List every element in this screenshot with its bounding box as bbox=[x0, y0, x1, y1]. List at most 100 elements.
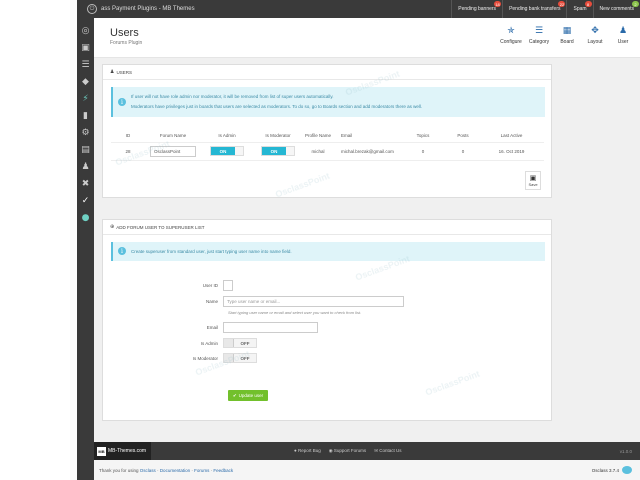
footer-logo[interactable]: MB MB-Themes.com bbox=[94, 442, 151, 460]
documentation-link[interactable]: Documentation bbox=[160, 468, 190, 473]
board-button[interactable]: ▦ Board bbox=[558, 26, 576, 45]
add-user-panel-heading: ⊕ ADD FORUM USER TO SUPERUSER LIST bbox=[103, 220, 551, 235]
is-moderator-row: Is Moderator OFF bbox=[103, 353, 257, 363]
save-label: Save bbox=[528, 182, 538, 187]
layout-label: Layout bbox=[587, 39, 603, 45]
name-hint: Start typing user name or email and sele… bbox=[228, 310, 362, 315]
tag-icon[interactable]: ◆ bbox=[77, 73, 94, 90]
save-button[interactable]: ▣ Save bbox=[525, 171, 541, 190]
info-line-2: Moderators have privileges just in board… bbox=[131, 104, 423, 109]
board-label: Board bbox=[560, 39, 574, 45]
toggle-icon[interactable]: ● bbox=[77, 209, 94, 226]
col-profile-name: Profile Name bbox=[304, 133, 331, 139]
is-admin-toggle[interactable]: OFF bbox=[223, 338, 257, 348]
is-moderator-toggle[interactable]: ON bbox=[261, 146, 295, 156]
new-comments-button[interactable]: New comments 2 bbox=[592, 0, 640, 18]
info-line-1: If user will not have role admin nor mod… bbox=[131, 94, 334, 99]
layout-button[interactable]: ✥ Layout bbox=[586, 26, 604, 45]
footer-credits: Thank you for using Osclass · Documentat… bbox=[94, 460, 640, 480]
col-email: Email bbox=[341, 133, 353, 139]
is-admin-toggle[interactable]: ON bbox=[210, 146, 244, 156]
cell-topics: 0 bbox=[399, 141, 447, 161]
pages-icon[interactable]: ▤ bbox=[77, 141, 94, 158]
add-user-panel: ⊕ ADD FORUM USER TO SUPERUSER LIST i Cre… bbox=[102, 219, 552, 421]
toggle-knob bbox=[286, 147, 294, 155]
table-header-row: ID Forum Name Is Admin Is Moderator Prof… bbox=[111, 130, 544, 142]
power-icon: ⏻ bbox=[87, 4, 97, 14]
list-icon: ☰ bbox=[534, 26, 544, 36]
update-user-label: Update user bbox=[238, 393, 264, 398]
email-field[interactable] bbox=[223, 322, 318, 333]
header-tools: ✯ Configure ☰ Category ▦ Board ✥ Layout … bbox=[500, 26, 632, 45]
cogs-icon[interactable]: ⚙ bbox=[77, 124, 94, 141]
top-bar: ⏻ ass Payment Plugins - MB Themes Pendin… bbox=[77, 0, 640, 18]
update-user-button[interactable]: ✔ Update user bbox=[228, 390, 268, 401]
report-bug-label: Report Bug bbox=[297, 448, 321, 453]
is-moderator-toggle[interactable]: OFF bbox=[223, 353, 257, 363]
spam-button[interactable]: Spam 8 bbox=[566, 0, 592, 18]
check-icon[interactable]: ✓ bbox=[77, 192, 94, 209]
thanks-text: Thank you for using bbox=[99, 467, 139, 473]
new-comments-badge: 2 bbox=[632, 1, 639, 7]
toggle-knob bbox=[224, 339, 234, 347]
feedback-link[interactable]: Feedback bbox=[213, 468, 233, 473]
configure-button[interactable]: ✯ Configure bbox=[500, 26, 522, 45]
add-user-heading-text: ADD FORUM USER TO SUPERUSER LIST bbox=[116, 224, 205, 230]
plug-icon[interactable]: ⚡ bbox=[77, 90, 94, 107]
forum-name-input[interactable]: OsclassPoint bbox=[150, 145, 196, 157]
category-label: Category bbox=[528, 39, 550, 45]
mb-logo-icon: MB bbox=[97, 446, 106, 456]
cell-posts: 0 bbox=[447, 141, 479, 161]
user-label: User bbox=[617, 39, 629, 45]
user-icon[interactable]: ♟ bbox=[77, 158, 94, 175]
report-bug-link[interactable]: ● Report Bug bbox=[294, 448, 321, 454]
check-icon: ✔ bbox=[232, 392, 237, 398]
contact-us-label: Contact Us bbox=[379, 448, 402, 453]
stats-icon[interactable]: ▮ bbox=[77, 107, 94, 124]
table-row: 28 OsclassPoint ON ON michal michal.brez… bbox=[111, 141, 544, 161]
support-forums-link[interactable]: ◉ Support Forums bbox=[329, 448, 366, 454]
left-blank-area bbox=[0, 0, 77, 480]
pending-bank-transfers-button[interactable]: Pending bank transfers 22 bbox=[502, 0, 566, 18]
name-input[interactable]: Type user name or email... bbox=[223, 296, 404, 307]
email-row: Email bbox=[103, 322, 318, 333]
users-info-alert: i If user will not have role admin nor m… bbox=[111, 87, 545, 117]
cell-is-admin: ON bbox=[201, 141, 253, 161]
col-is-admin: Is Admin bbox=[218, 133, 236, 139]
contact-us-link[interactable]: ✉ Contact Us bbox=[374, 448, 401, 454]
configure-label: Configure bbox=[500, 39, 522, 45]
bank-icon[interactable]: ▣ bbox=[77, 39, 94, 56]
forums-link[interactable]: Forums bbox=[194, 468, 209, 473]
footer-bar: MB MB-Themes.com ● Report Bug ◉ Support … bbox=[94, 442, 640, 460]
is-moderator-state: OFF bbox=[240, 355, 250, 361]
user-button[interactable]: ♟ User bbox=[614, 26, 632, 45]
wrench-icon: ✯ bbox=[507, 26, 515, 36]
pending-banners-button[interactable]: Pending banners 18 bbox=[451, 0, 502, 18]
osclass-link[interactable]: Osclass bbox=[140, 468, 156, 473]
dashboard-icon[interactable]: ◎ bbox=[77, 22, 94, 39]
cell-last-active: 16. Oct 2019 bbox=[479, 141, 544, 161]
user-id-row: User ID bbox=[103, 280, 233, 291]
list-icon[interactable]: ☰ bbox=[77, 56, 94, 73]
user-id-field[interactable] bbox=[223, 280, 233, 291]
page-title: Users bbox=[110, 27, 139, 39]
add-user-info-alert: i Create superuser from standard user, j… bbox=[111, 242, 545, 261]
footer-logo-text: MB-Themes.com bbox=[108, 448, 147, 454]
tools-icon[interactable]: ✖ bbox=[77, 175, 94, 192]
email-label: Email bbox=[206, 325, 218, 330]
grid-icon: ▦ bbox=[562, 26, 572, 36]
main-content: ♟ USERS i If user will not have role adm… bbox=[94, 58, 640, 442]
page-header: Users Forums Plugin ✯ Configure ☰ Catego… bbox=[94, 18, 640, 58]
osclass-version: Osclass 3.7.4 bbox=[592, 466, 632, 474]
spam-label: Spam bbox=[573, 6, 587, 12]
brand-title: ass Payment Plugins - MB Themes bbox=[101, 6, 195, 12]
osclass-version-text: Osclass 3.7.4 bbox=[591, 467, 619, 473]
name-label: Name bbox=[205, 299, 218, 304]
category-button[interactable]: ☰ Category bbox=[528, 26, 550, 45]
col-topics: Topics bbox=[416, 133, 430, 139]
brand[interactable]: ⏻ ass Payment Plugins - MB Themes bbox=[77, 4, 195, 14]
spam-badge: 8 bbox=[584, 1, 592, 7]
top-bar-actions: Pending banners 18 Pending bank transfer… bbox=[451, 0, 640, 18]
page-subtitle: Forums Plugin bbox=[110, 40, 143, 46]
pending-banners-badge: 18 bbox=[494, 1, 502, 7]
